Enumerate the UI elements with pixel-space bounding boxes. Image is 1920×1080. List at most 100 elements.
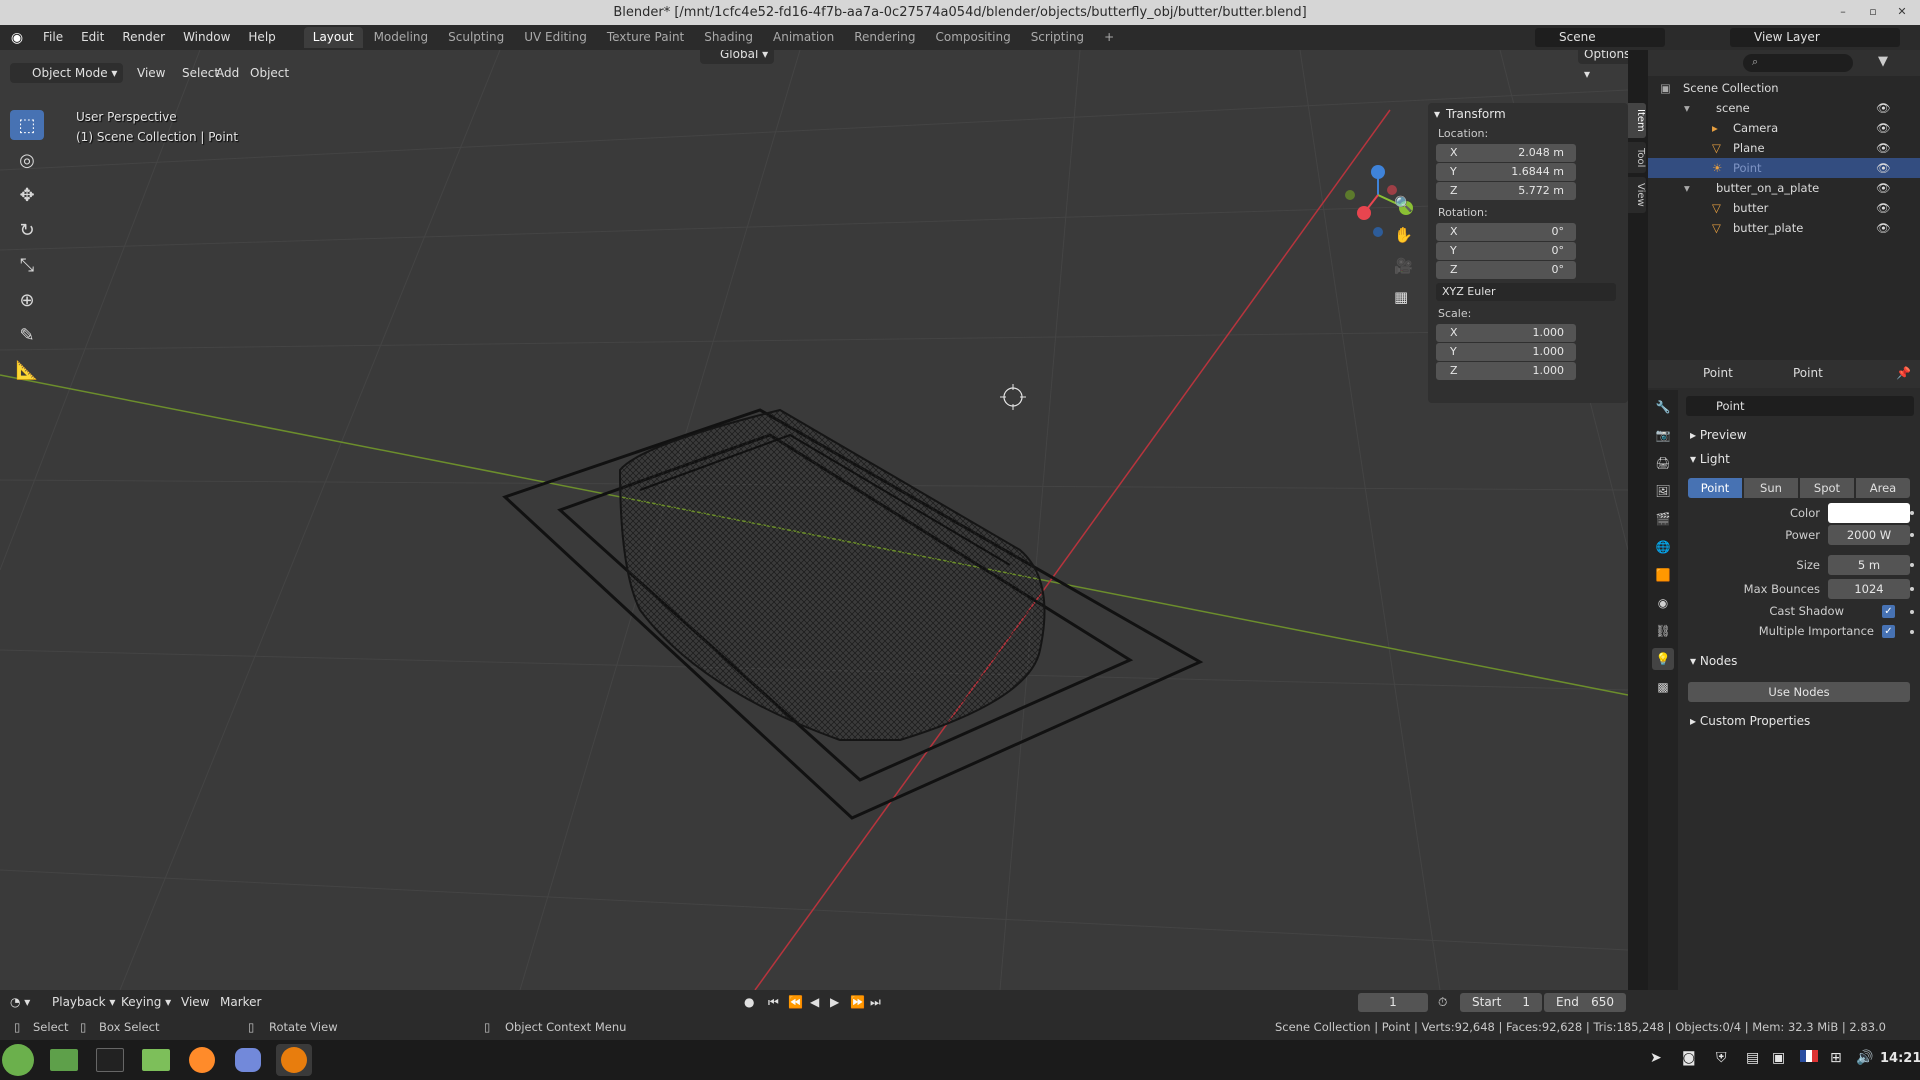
light-section-header[interactable]: ▾ Light — [1690, 452, 1730, 466]
rotation-x-field[interactable]: X 0° — [1436, 223, 1576, 241]
blender-logo-icon[interactable]: ◉ — [0, 30, 34, 46]
file-manager-icon[interactable] — [46, 1044, 82, 1076]
scale-tool-icon[interactable]: ⤡ — [10, 250, 44, 280]
power-field[interactable]: 2000 W — [1828, 525, 1910, 545]
scale-y-field[interactable]: Y 1.000 — [1436, 343, 1576, 361]
render-props-icon[interactable]: 📷 — [1652, 424, 1674, 446]
prev-keyframe-icon[interactable]: ⏪ — [788, 993, 803, 1012]
view-layer-selector[interactable]: View Layer — [1730, 28, 1900, 47]
outliner-root[interactable]: ▣ Scene Collection — [1648, 78, 1920, 98]
outliner-row-butter-on-a-plate[interactable]: ▾ butter_on_a_plate 👁 — [1648, 178, 1920, 198]
animate-dot[interactable] — [1910, 563, 1914, 567]
terminal-icon[interactable] — [92, 1044, 128, 1076]
animate-dot[interactable] — [1910, 630, 1914, 634]
play-reverse-icon[interactable]: ◀ — [810, 993, 819, 1012]
move-tool-icon[interactable]: ✥ — [10, 180, 44, 210]
light-data-props-icon[interactable]: 💡 — [1652, 648, 1674, 670]
scene-selector[interactable]: Scene — [1535, 28, 1665, 47]
object-props-icon[interactable]: 🟧 — [1652, 564, 1674, 586]
jump-start-icon[interactable]: ⏮ — [768, 993, 779, 1012]
zoom-icon[interactable]: 🔍 — [1394, 195, 1413, 226]
keyboard-layout-icon[interactable] — [1800, 1050, 1818, 1066]
tab-animation[interactable]: Animation — [764, 27, 843, 48]
firefox-icon[interactable] — [184, 1044, 220, 1076]
editor-type-icon[interactable]: ◔ ▾ — [10, 993, 30, 1012]
discord-tray-icon[interactable]: ◙ — [1682, 1050, 1696, 1066]
eye-icon[interactable]: 👁 — [1876, 158, 1891, 178]
options-button[interactable]: Options ▾ — [1578, 50, 1628, 81]
start-frame-field[interactable]: Start 1 — [1460, 993, 1542, 1012]
animate-dot[interactable] — [1910, 533, 1914, 537]
jump-end-icon[interactable]: ⏭ — [870, 993, 881, 1012]
outliner-row-scene[interactable]: ▾ scene 👁 — [1648, 98, 1920, 118]
animate-dot[interactable] — [1910, 610, 1914, 614]
outliner-row-point[interactable]: ☀ Point 👁 — [1648, 158, 1920, 178]
sidebar-tab-tool[interactable]: Tool — [1628, 141, 1646, 174]
outliner-row-butter[interactable]: ▽ butter 👁 — [1648, 198, 1920, 218]
perspective-toggle-icon[interactable]: ▦ — [1394, 288, 1413, 319]
viewport-menu-add[interactable]: Add — [210, 63, 245, 83]
light-type-area[interactable]: Area — [1856, 478, 1910, 498]
blender-taskbar-icon[interactable] — [276, 1044, 312, 1076]
transform-panel-header[interactable]: ▾ Transform — [1428, 103, 1628, 125]
send-icon[interactable]: ➤ — [1650, 1050, 1662, 1066]
physics-props-icon[interactable]: ◉ — [1652, 592, 1674, 614]
menu-help[interactable]: Help — [239, 25, 284, 50]
timeline-menu-view[interactable]: View — [181, 993, 209, 1012]
folder-icon[interactable] — [138, 1044, 174, 1076]
menu-edit[interactable]: Edit — [72, 25, 113, 50]
multiple-importance-checkbox[interactable]: ✓ — [1882, 625, 1895, 638]
tab-modeling[interactable]: Modeling — [365, 27, 438, 48]
location-x-field[interactable]: X 2.048 m — [1436, 144, 1576, 162]
size-field[interactable]: 5 m — [1828, 555, 1910, 575]
update-icon[interactable]: ▣ — [1772, 1050, 1785, 1066]
world-props-icon[interactable]: 🌐 — [1652, 536, 1674, 558]
menu-render[interactable]: Render — [113, 25, 174, 50]
network-icon[interactable]: ⊞ — [1830, 1050, 1842, 1066]
pan-hand-icon[interactable]: ✋ — [1394, 226, 1413, 257]
tab-shading[interactable]: Shading — [695, 27, 762, 48]
measure-tool-icon[interactable]: 📐 — [10, 355, 44, 385]
menu-file[interactable]: File — [34, 25, 72, 50]
3d-viewport[interactable]: Object Mode ▾ View Select Add Object Glo… — [0, 50, 1628, 990]
pin-icon[interactable]: 📌 — [1896, 366, 1911, 380]
mint-menu-icon[interactable] — [2, 1044, 34, 1076]
viewport-menu-view[interactable]: View — [131, 63, 171, 83]
minimize-icon[interactable]: – — [1835, 4, 1851, 20]
outliner-row-butter-plate[interactable]: ▽ butter_plate 👁 — [1648, 218, 1920, 238]
cast-shadow-checkbox[interactable]: ✓ — [1882, 605, 1895, 618]
scale-z-field[interactable]: Z 1.000 — [1436, 362, 1576, 380]
tab-compositing[interactable]: Compositing — [926, 27, 1019, 48]
use-nodes-button[interactable]: Use Nodes — [1688, 682, 1910, 702]
outliner-search-input[interactable] — [1743, 54, 1853, 72]
eye-icon[interactable]: 👁 — [1876, 198, 1891, 218]
location-z-field[interactable]: Z 5.772 m — [1436, 182, 1576, 200]
light-type-sun[interactable]: Sun — [1744, 478, 1798, 498]
current-frame-field[interactable]: 1 — [1358, 993, 1428, 1012]
next-keyframe-icon[interactable]: ⏩ — [850, 993, 865, 1012]
constraints-props-icon[interactable]: ⛓ — [1652, 620, 1674, 642]
select-box-tool-icon[interactable]: ⬚ — [10, 110, 44, 140]
eye-icon[interactable]: 👁 — [1876, 118, 1891, 138]
transform-tool-icon[interactable]: ⊕ — [10, 285, 44, 315]
eye-icon[interactable]: 👁 — [1876, 218, 1891, 238]
datablock-name-field[interactable]: Point — [1686, 396, 1914, 416]
transform-orientation-selector[interactable]: Global ▾ — [700, 50, 775, 64]
shield-icon[interactable]: ⛨ — [1716, 1050, 1727, 1066]
tool-props-icon[interactable]: 🔧 — [1652, 396, 1674, 418]
location-y-field[interactable]: Y 1.6844 m — [1436, 163, 1576, 181]
tab-texture-paint[interactable]: Texture Paint — [598, 27, 693, 48]
mode-selector[interactable]: Object Mode ▾ — [10, 63, 124, 83]
nodes-section-header[interactable]: ▾ Nodes — [1690, 654, 1737, 668]
scene-props-icon[interactable]: 🎬 — [1652, 508, 1674, 530]
texture-props-icon[interactable]: ▩ — [1652, 676, 1674, 698]
maximize-icon[interactable]: ▫ — [1865, 4, 1881, 20]
max-bounces-field[interactable]: 1024 — [1828, 579, 1910, 599]
animate-dot[interactable] — [1910, 587, 1914, 591]
viewport-menu-object[interactable]: Object — [244, 63, 295, 83]
tab-layout[interactable]: Layout — [303, 27, 363, 48]
sidebar-tab-item[interactable]: Item — [1628, 103, 1646, 138]
view-layer-props-icon[interactable]: 🖼 — [1652, 480, 1674, 502]
discord-icon[interactable] — [230, 1044, 266, 1076]
rotation-mode-select[interactable]: XYZ Euler — [1436, 283, 1616, 301]
